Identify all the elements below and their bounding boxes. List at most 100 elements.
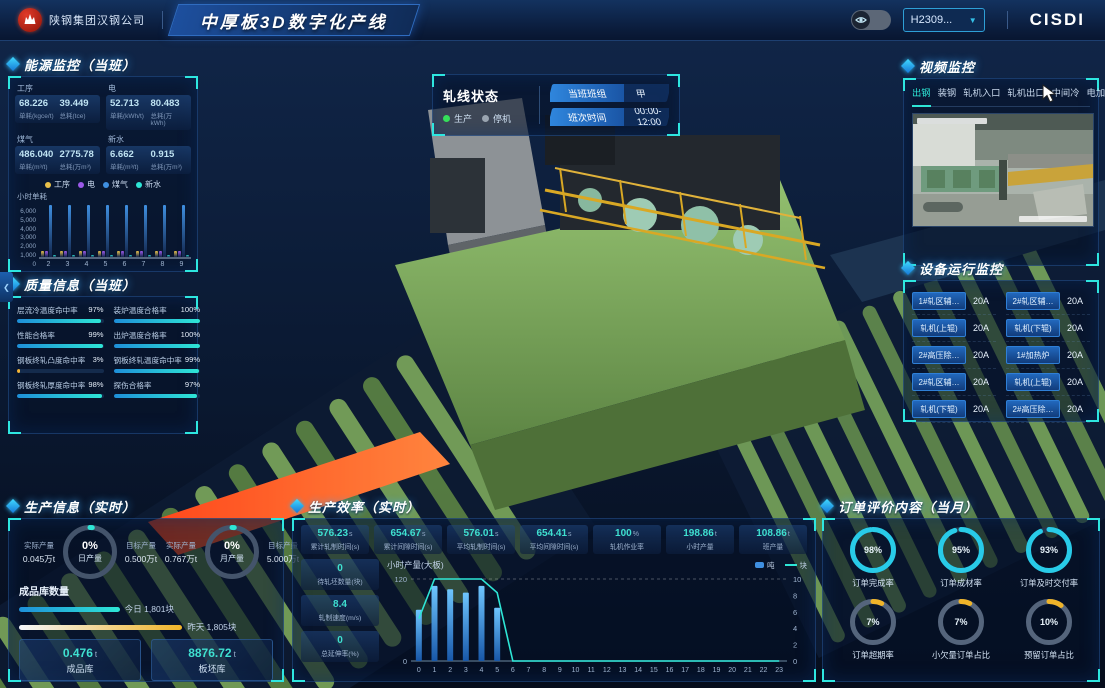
device-value: 20A xyxy=(966,296,996,306)
video-tab-出钢[interactable]: 出钢 xyxy=(912,85,931,102)
shift-team-chip: 当班班组 甲 xyxy=(548,84,671,102)
energy-metric: 0.915总耗(万m³) xyxy=(151,149,188,171)
quality-label: 探伤合格率 xyxy=(114,380,152,391)
ytick-label: 4,000 xyxy=(15,226,36,233)
chart-bar xyxy=(45,251,48,257)
device-row: 2#高压除…20A xyxy=(1006,396,1090,423)
order-gauge-ring: 7% xyxy=(850,599,896,645)
svg-text:0: 0 xyxy=(793,657,797,666)
gauge-target-label: 目标产量 xyxy=(121,540,161,551)
shift-dropdown[interactable]: H2309... ▼ xyxy=(903,8,985,32)
cctv-thumbnail[interactable] xyxy=(912,113,1094,227)
chart-bar xyxy=(159,251,162,257)
ytick-label: 5,000 xyxy=(15,217,36,224)
device-label-chip[interactable]: 2#轧区辅… xyxy=(1006,292,1060,310)
device-label-chip[interactable]: 1#轧区辅… xyxy=(912,292,966,310)
legend-dot-icon xyxy=(78,182,84,188)
energy-metric-value: 39.449 xyxy=(60,98,97,109)
bar-group xyxy=(155,205,170,257)
progress-track xyxy=(114,369,201,373)
stat-value: 576.23s xyxy=(303,528,367,539)
device-row: 1#轧区辅…20A xyxy=(912,288,996,315)
order-gauge: 7%订单超期率 xyxy=(829,599,917,661)
efficiency-stats: 576.23s累计轧制时间(s)654.67s累计间隙时间(s)576.01s平… xyxy=(301,525,807,554)
energy-metric: 2775.78总耗(万m³) xyxy=(60,149,97,171)
legend-dot-icon xyxy=(136,182,142,188)
progress-track xyxy=(114,319,201,323)
energy-group-name: 新水 xyxy=(108,134,191,145)
chart-bar xyxy=(53,255,56,257)
chart-bar xyxy=(41,251,44,257)
stat-value: 576.01s xyxy=(449,528,513,539)
inventory-bars: 今日 1,801块昨天 1,805块 xyxy=(19,603,273,633)
energy-metric-unit: 总耗(万m³) xyxy=(151,161,188,171)
inventory-card-name: 板坯库 xyxy=(198,662,225,675)
energy-metric-unit: 总耗(万m³) xyxy=(60,161,97,171)
video-tab-轧机入口[interactable]: 轧机入口 xyxy=(963,85,1000,102)
stat-value: 108.86t xyxy=(741,528,805,539)
device-label-chip[interactable]: 2#高压除… xyxy=(1006,400,1060,418)
chart-bar xyxy=(144,205,147,257)
energy-metric-value: 486.040 xyxy=(19,149,56,160)
inventory-card: 8876.72t板坯库 xyxy=(151,639,273,681)
inventory-bar-label: 今日 1,801块 xyxy=(125,603,174,615)
energy-chart-xaxis: 23456789 xyxy=(39,261,191,268)
svg-text:15: 15 xyxy=(650,667,658,674)
gauge-center: 0%日产量 xyxy=(63,525,117,579)
video-tab-装钢[interactable]: 装钢 xyxy=(938,85,957,102)
stat-card: 100%轧机作业率 xyxy=(593,525,661,554)
quality-item: 性能合格率99% xyxy=(17,330,104,348)
energy-metric-unit: 总耗(tce) xyxy=(60,110,97,120)
mouse-cursor xyxy=(1042,84,1058,104)
svg-text:23: 23 xyxy=(775,667,783,674)
quality-item-row: 出炉温度合格率100% xyxy=(114,330,201,341)
visibility-toggle[interactable] xyxy=(851,10,891,30)
device-label-chip[interactable]: 2#轧区辅… xyxy=(912,373,966,391)
energy-metric-unit: 单耗(m³/t) xyxy=(110,161,147,171)
efficiency-panel-title: 生产效率（实时） xyxy=(308,497,420,516)
order-gauge: 7%小欠量订单占比 xyxy=(917,599,1005,661)
side-stat-card: 0总延伸率(%) xyxy=(301,631,379,662)
device-row: 1#加热炉20A xyxy=(1006,342,1090,369)
ytick-label: 2,000 xyxy=(15,243,36,250)
video-tab-电加热[interactable]: 电加热 xyxy=(1087,85,1105,102)
device-label-chip[interactable]: 2#高压除… xyxy=(912,346,966,364)
order-gauge-ring: 95% xyxy=(938,527,984,573)
video-tab-轧机出口[interactable]: 轧机出口 xyxy=(1007,85,1044,102)
energy-chart-title: 小时单耗 xyxy=(17,191,191,202)
progress-track xyxy=(17,319,104,323)
device-label-chip[interactable]: 轧机(上辊) xyxy=(1006,373,1060,391)
chart-bar xyxy=(178,251,181,257)
svg-text:21: 21 xyxy=(744,667,752,674)
stat-value: 198.86t xyxy=(668,528,732,539)
quality-item-row: 性能合格率99% xyxy=(17,330,104,341)
chart-bar xyxy=(98,251,101,257)
stat-label: 平均间隙时间(s) xyxy=(522,541,586,551)
svg-text:13: 13 xyxy=(619,667,627,674)
device-row: 2#高压除…20A xyxy=(912,342,996,369)
progress-fill xyxy=(114,319,201,323)
energy-metric-unit: 单耗(kgce/t) xyxy=(19,110,56,120)
chart-bar xyxy=(148,255,151,257)
quality-item-row: 钢板终轧温度命中率99% xyxy=(114,355,201,366)
line-status-legend: 生产 停机 xyxy=(443,112,529,125)
bar-group xyxy=(60,205,75,257)
gray-dot-icon xyxy=(482,115,489,122)
device-label-chip[interactable]: 1#加热炉 xyxy=(1006,346,1060,364)
gauge-percent: 0% xyxy=(224,540,240,552)
device-label-chip[interactable]: 轧机(下辊) xyxy=(912,400,966,418)
drawer-handle[interactable]: ❮ xyxy=(0,272,13,302)
order-gauge-label: 订单及时交付率 xyxy=(1020,577,1078,589)
bar-swatch-icon xyxy=(755,562,764,568)
side-stat-value: 0 xyxy=(303,635,377,646)
gauge-target: 目标产量0.500万t xyxy=(121,540,161,565)
device-label-chip[interactable]: 轧机(上辊) xyxy=(912,319,966,337)
xtick-label: 6 xyxy=(123,261,127,268)
quality-item-row: 钢板终轧厚度命中率98% xyxy=(17,380,104,391)
device-label-chip[interactable]: 轧机(下辊) xyxy=(1006,319,1060,337)
order-gauge-label: 预留订单占比 xyxy=(1024,649,1074,661)
legend-bar: 吨 xyxy=(755,560,775,571)
quality-value: 99% xyxy=(185,355,200,366)
gauge-percent: 0% xyxy=(82,540,98,552)
energy-group-1: 工序68.226单耗(kgce/t)39.449总耗(tce) xyxy=(15,83,100,130)
